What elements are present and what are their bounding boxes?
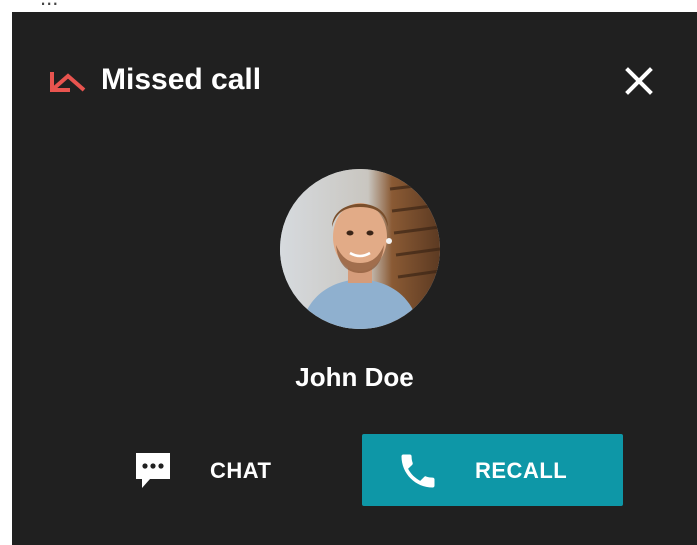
dialog-title: Missed call: [101, 63, 262, 96]
close-icon: [625, 67, 653, 95]
phone-icon: [401, 454, 435, 488]
missed-call-dialog: Missed call John Doe CHAT RECALL: [12, 12, 697, 545]
avatar-photo: [280, 169, 440, 329]
page-top-strip: ...: [0, 0, 697, 12]
recall-label: RECALL: [475, 458, 568, 483]
dialog-header: Missed call: [12, 12, 697, 102]
missed-call-icon: [50, 72, 86, 92]
page-top-fragment: ...: [40, 0, 58, 11]
chat-bubble-icon: [136, 453, 170, 488]
close-button[interactable]: [622, 64, 656, 98]
chat-button[interactable]: CHAT: [124, 436, 294, 506]
contact-name: John Doe: [295, 362, 414, 392]
chat-label: CHAT: [210, 458, 272, 483]
contact-avatar: [280, 169, 440, 329]
recall-button[interactable]: RECALL: [362, 434, 623, 506]
